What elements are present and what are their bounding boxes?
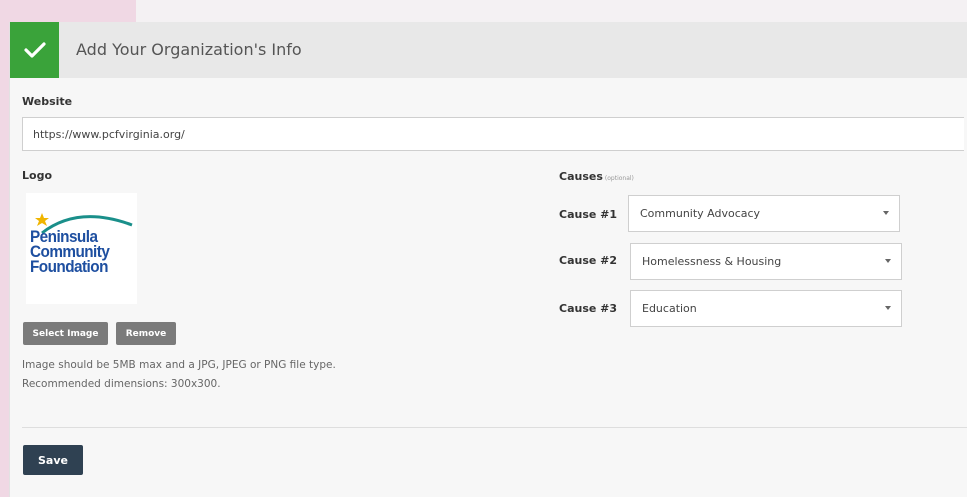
form-divider (22, 427, 967, 428)
background-strip (0, 0, 136, 22)
cause-2-select[interactable]: Homelessness & Housing (630, 243, 902, 280)
org-info-panel: Add Your Organization's Info Website Log… (9, 22, 967, 497)
cause-3-value: Education (642, 302, 697, 315)
logo-line: Foundation (30, 257, 108, 276)
causes-label: Causes (optional) (559, 170, 634, 183)
cause-2-label: Cause #2 (559, 254, 618, 267)
logo-preview: Peninsula Community Foundation (26, 193, 137, 304)
causes-label-text: Causes (559, 170, 603, 183)
optional-tag: (optional) (604, 175, 634, 182)
logo-help-text: Recommended dimensions: 300x300. (22, 378, 221, 390)
background-edge (0, 22, 9, 497)
select-image-button[interactable]: Select Image (23, 322, 108, 345)
checkmark-icon (23, 42, 46, 58)
caret-down-icon (885, 259, 891, 263)
website-input[interactable] (22, 117, 964, 151)
section-title: Add Your Organization's Info (76, 40, 302, 59)
cause-2-value: Homelessness & Housing (642, 255, 782, 268)
caret-down-icon (885, 306, 891, 310)
logo-help-text: Image should be 5MB max and a JPG, JPEG … (22, 359, 336, 371)
logo-label: Logo (22, 169, 52, 182)
complete-status (10, 22, 59, 78)
remove-image-button[interactable]: Remove (116, 322, 176, 345)
cause-1-select[interactable]: Community Advocacy (628, 195, 900, 232)
star-icon (35, 213, 49, 226)
section-header: Add Your Organization's Info (10, 22, 967, 78)
save-button[interactable]: Save (23, 445, 83, 475)
cause-1-value: Community Advocacy (640, 207, 761, 220)
cause-3-select[interactable]: Education (630, 290, 902, 327)
logo-wordmark: Peninsula Community Foundation (30, 228, 110, 276)
cause-3-label: Cause #3 (559, 302, 618, 315)
website-label: Website (22, 95, 73, 108)
cause-1-label: Cause #1 (559, 208, 618, 221)
caret-down-icon (883, 211, 889, 215)
